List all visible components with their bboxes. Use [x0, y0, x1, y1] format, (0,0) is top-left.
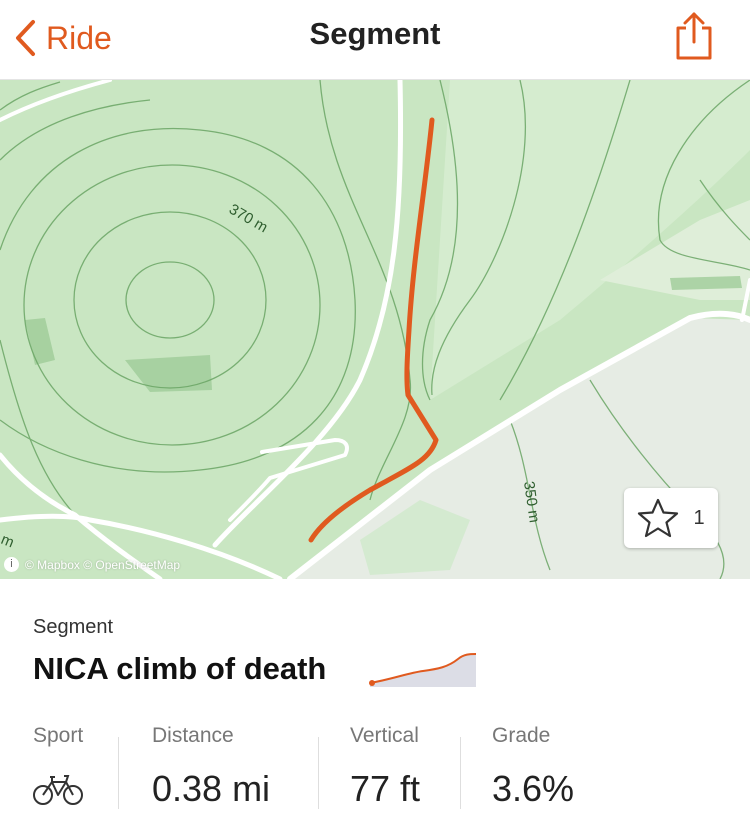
stat-sport: Sport	[33, 724, 83, 806]
vertical-value: 77 ft	[350, 768, 421, 809]
share-icon	[676, 12, 712, 60]
sport-label: Sport	[33, 724, 84, 747]
divider	[118, 737, 119, 809]
back-label: Ride	[46, 19, 112, 56]
star-icon	[638, 498, 679, 538]
star-count: 1	[693, 506, 705, 529]
grade-value: 3.6%	[492, 768, 575, 809]
chevron-left-icon	[16, 20, 35, 56]
segment-label: Segment	[33, 616, 114, 638]
page-title: Segment	[309, 16, 441, 51]
segment-info-panel: Segment NICA climb of death Sport Distan…	[0, 579, 750, 835]
star-button[interactable]: 1	[624, 488, 718, 548]
grade-label: Grade	[492, 724, 551, 747]
stat-distance: Distance 0.38 mi	[152, 724, 270, 810]
nav-bar: Ride Segment	[0, 0, 750, 80]
elevation-profile-icon	[369, 653, 477, 687]
stat-grade: Grade 3.6%	[492, 724, 574, 810]
segment-name: NICA climb of death	[33, 651, 327, 686]
divider	[318, 737, 319, 809]
share-button[interactable]	[672, 10, 716, 62]
map-attribution[interactable]: i © Mapbox © OpenStreetMap	[4, 557, 180, 572]
back-button[interactable]: Ride	[14, 14, 112, 62]
distance-label: Distance	[152, 724, 234, 747]
distance-value: 0.38 mi	[152, 768, 271, 809]
stat-vertical: Vertical 77 ft	[350, 724, 420, 810]
bike-icon	[33, 775, 83, 805]
info-icon[interactable]: i	[4, 557, 19, 572]
divider	[460, 737, 461, 809]
attribution-text: © Mapbox © OpenStreetMap	[25, 557, 181, 572]
vertical-label: Vertical	[350, 724, 419, 747]
